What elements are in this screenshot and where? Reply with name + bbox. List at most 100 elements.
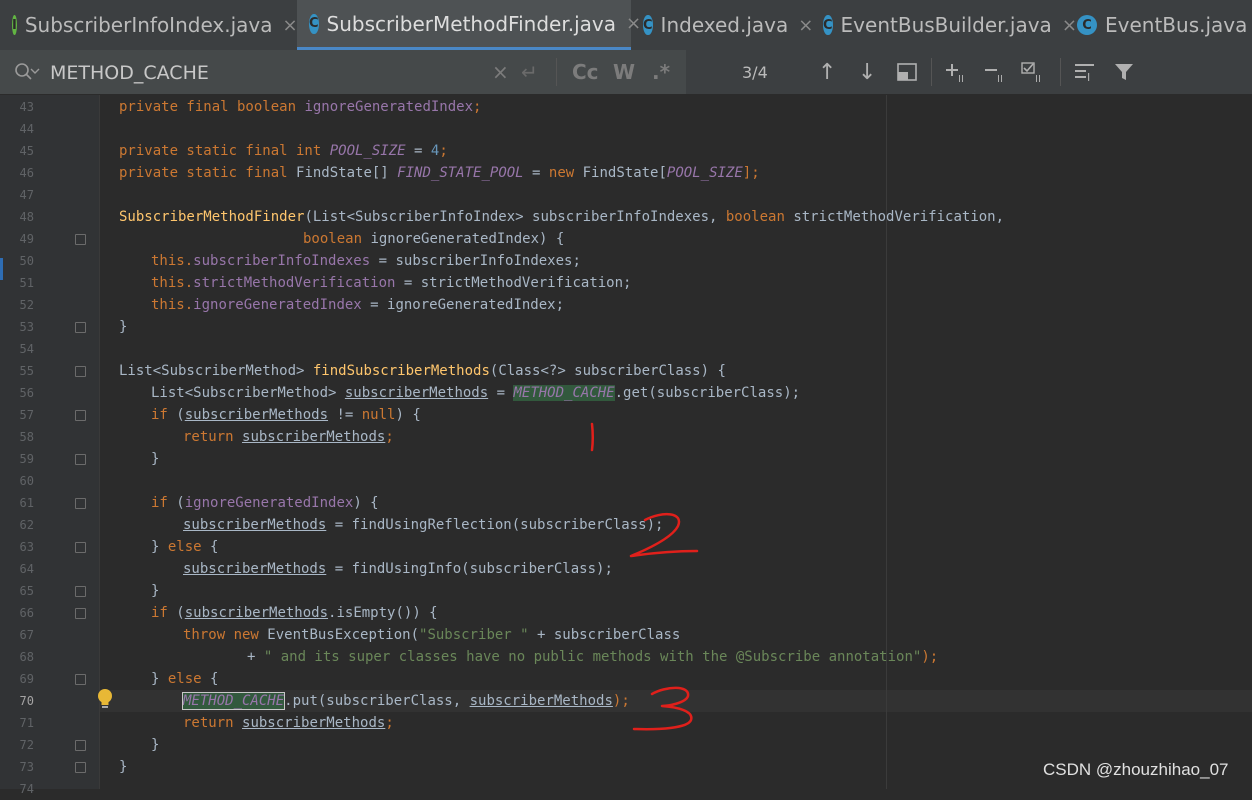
params: (List<SubscriberInfoIndex> subscriberInf…	[304, 209, 726, 225]
fold-marker[interactable]	[75, 234, 86, 245]
tab-label: SubscriberMethodFinder.java	[326, 11, 616, 36]
keyword: else	[167, 671, 211, 687]
code-line-65[interactable]: }	[151, 580, 159, 602]
match-case-toggle[interactable]: Cc	[572, 50, 599, 94]
fold-marker[interactable]	[75, 366, 86, 377]
variable: subscriberMethods	[242, 429, 386, 445]
line-number: 48	[19, 210, 34, 224]
keyword: private static final	[119, 165, 297, 181]
punct: ) {	[353, 495, 379, 511]
code-line-69[interactable]: } else {	[151, 668, 218, 690]
interface-icon: I	[12, 15, 17, 35]
right-margin-guide	[886, 95, 887, 789]
add-occurrence-icon[interactable]: II	[945, 50, 971, 94]
fold-marker[interactable]	[75, 454, 86, 465]
params: (Class<?> subscriberClass) {	[489, 363, 726, 379]
field: strictMethodVerification	[193, 275, 396, 291]
brace: }	[151, 583, 160, 599]
constant: FIND_STATE_POOL	[397, 165, 524, 181]
fold-marker[interactable]	[75, 608, 86, 619]
clear-search-icon[interactable]: ×	[492, 50, 509, 94]
code-line-43[interactable]: private final boolean ignoreGeneratedInd…	[119, 96, 481, 118]
whole-words-toggle[interactable]: W	[613, 50, 635, 94]
line-number: 64	[19, 562, 34, 576]
tab-indexed[interactable]: C Indexed.java ×	[631, 0, 813, 50]
line-number: 49	[19, 232, 34, 246]
keyword: return	[183, 429, 243, 445]
code-line-53[interactable]: }	[119, 316, 127, 338]
search-history-icon[interactable]	[14, 62, 42, 82]
code-line-62[interactable]: subscriberMethods = findUsingReflection(…	[183, 514, 663, 536]
code-line-51[interactable]: this.strictMethodVerification = strictMe…	[151, 272, 631, 294]
search-match-current: METHOD_CACHE	[181, 692, 286, 710]
tab-event-bus-builder[interactable]: C EventBusBuilder.java ×	[811, 0, 1077, 50]
statement: = findUsingReflection(subscriberClass);	[326, 517, 664, 533]
search-field: × ↵ Cc W .*	[0, 50, 686, 94]
previous-occurrence-icon[interactable]: ↑	[818, 50, 836, 94]
keyword: this.	[151, 297, 194, 313]
code-line-58[interactable]: return subscriberMethods;	[183, 426, 394, 448]
fold-marker[interactable]	[75, 498, 86, 509]
fold-marker[interactable]	[75, 586, 86, 597]
class-icon: C	[1077, 15, 1097, 35]
code-line-46[interactable]: private static final FindState[] FIND_ST…	[119, 162, 760, 184]
fold-marker[interactable]	[75, 542, 86, 553]
fold-marker[interactable]	[75, 762, 86, 773]
close-icon[interactable]: ×	[283, 15, 298, 36]
code-line-61[interactable]: if (ignoreGeneratedIndex) {	[151, 492, 379, 514]
field: ignoreGeneratedIndex	[193, 297, 362, 313]
operator: =	[523, 165, 549, 181]
fold-marker[interactable]	[75, 740, 86, 751]
scope-marker	[0, 258, 3, 280]
statement: .isEmpty()) {	[328, 605, 438, 621]
svg-text:II: II	[997, 74, 1003, 83]
line-number: 43	[19, 100, 34, 114]
code-line-71[interactable]: return subscriberMethods;	[183, 712, 394, 734]
code-line-56[interactable]: List<SubscriberMethod> subscriberMethods…	[151, 382, 800, 404]
watermark: CSDN @zhouzhihao_07	[1043, 760, 1229, 779]
code-line-52[interactable]: this.ignoreGeneratedIndex = ignoreGenera…	[151, 294, 564, 316]
code-line-49[interactable]: boolean ignoreGeneratedIndex) {	[303, 228, 564, 250]
code-line-72[interactable]: }	[151, 734, 159, 756]
regex-toggle[interactable]: .*	[652, 50, 670, 94]
code-line-57[interactable]: if (subscriberMethods != null) {	[151, 404, 421, 426]
code-line-67[interactable]: throw new EventBusException("Subscriber …	[183, 624, 680, 646]
next-occurrence-icon[interactable]: ↓	[858, 50, 876, 94]
code-line-48[interactable]: SubscriberMethodFinder(List<SubscriberIn…	[119, 206, 1004, 228]
keyword: if	[151, 605, 177, 621]
tab-subscriber-info-index[interactable]: I SubscriberInfoIndex.java ×	[0, 0, 298, 50]
annotation-1	[590, 422, 594, 452]
new-line-icon[interactable]: ↵	[521, 50, 538, 94]
code-line-73[interactable]: }	[119, 756, 127, 778]
fold-marker[interactable]	[75, 322, 86, 333]
search-options-icon[interactable]: I	[1074, 50, 1098, 94]
code-line-66[interactable]: if (subscriberMethods.isEmpty()) {	[151, 602, 438, 624]
line-number: 56	[19, 386, 34, 400]
code-line-64[interactable]: subscriberMethods = findUsingInfo(subscr…	[183, 558, 613, 580]
code-line-70[interactable]: METHOD_CACHE.put(subscriberClass, subscr…	[181, 690, 630, 712]
tab-subscriber-method-finder[interactable]: C SubscriberMethodFinder.java ×	[297, 0, 641, 50]
line-number: 71	[19, 716, 34, 730]
punct: );	[612, 693, 630, 709]
line-number: 73	[19, 760, 34, 774]
search-input[interactable]	[48, 58, 482, 88]
constant: POOL_SIZE	[666, 165, 743, 181]
keyword: private static final int	[119, 143, 330, 159]
tab-event-bus[interactable]: C EventBus.java	[1065, 0, 1252, 50]
select-all-icon[interactable]: II	[1021, 50, 1049, 94]
code-line-59[interactable]: }	[151, 448, 159, 470]
code-line-55[interactable]: List<SubscriberMethod> findSubscriberMet…	[119, 360, 726, 382]
code-line-68[interactable]: + " and its super classes have no public…	[247, 646, 938, 668]
params: strictMethodVerification,	[793, 209, 1005, 225]
keyword: this.	[151, 275, 194, 291]
remove-occurrence-icon[interactable]: II	[984, 50, 1010, 94]
fold-marker[interactable]	[75, 410, 86, 421]
select-all-occurrences-icon[interactable]	[897, 50, 917, 94]
tab-label: Indexed.java	[660, 13, 789, 37]
filter-icon[interactable]	[1114, 50, 1134, 94]
fold-marker[interactable]	[75, 674, 86, 685]
code-line-45[interactable]: private static final int POOL_SIZE = 4;	[119, 140, 448, 162]
lightbulb-icon[interactable]	[96, 688, 114, 712]
code-line-50[interactable]: this.subscriberInfoIndexes = subscriberI…	[151, 250, 581, 272]
code-line-63[interactable]: } else {	[151, 536, 218, 558]
